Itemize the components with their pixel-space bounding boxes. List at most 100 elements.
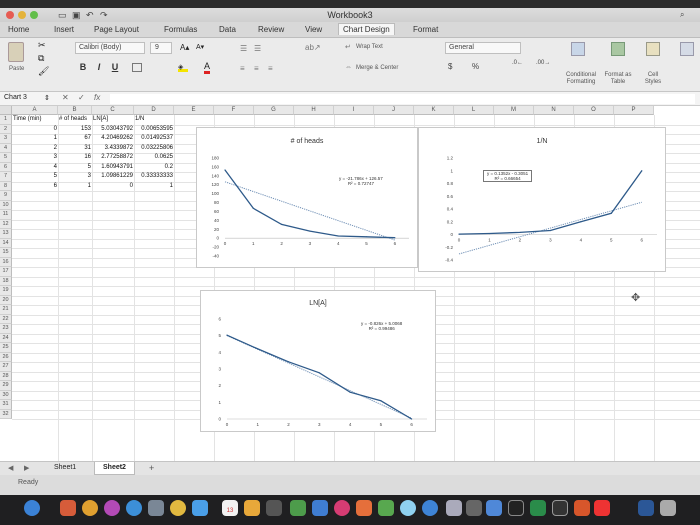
table-cell[interactable]: 153 [59, 125, 91, 134]
tab-formulas[interactable]: Formulas [164, 25, 197, 34]
row-header[interactable]: 10 [0, 200, 12, 210]
row-header[interactable]: 12 [0, 219, 12, 229]
row-header[interactable]: 5 [0, 153, 12, 163]
confirm-entry-icon[interactable]: ✓ [78, 93, 85, 102]
underline-button[interactable]: U [109, 62, 121, 72]
table-cell[interactable]: 5 [13, 172, 57, 181]
table-cell[interactable]: 3 [13, 153, 57, 162]
number-format-select[interactable]: General [445, 42, 521, 54]
row-header[interactable]: 15 [0, 248, 12, 258]
table-cell[interactable]: 3.4339872 [93, 144, 133, 153]
format-as-table-button[interactable]: Format as Table [603, 72, 633, 86]
name-box[interactable]: Chart 3 [4, 94, 27, 101]
table-cell[interactable]: 0.00653595 [135, 125, 173, 134]
table-cell[interactable]: 2 [13, 144, 57, 153]
itunes-icon[interactable] [104, 500, 120, 516]
table-cell[interactable]: 3 [59, 172, 91, 181]
font-size-select[interactable]: 9 [150, 42, 172, 54]
tab-review[interactable]: Review [258, 25, 284, 34]
facetime-icon[interactable] [290, 500, 306, 516]
table-cell[interactable]: 1 [135, 182, 173, 191]
worksheet-grid[interactable]: ABCDEFGHIJKLMNOP 1 2 3 4 5 6 7 8 9 10 11 12 13 14 15 16… [0, 106, 700, 461]
calendar-icon[interactable]: 13 [222, 500, 238, 516]
cut-icon[interactable]: ✂ [38, 40, 46, 51]
currency-button[interactable]: $ [448, 62, 452, 71]
spotlight-icon[interactable] [508, 500, 524, 516]
table-cell[interactable]: 6 [13, 182, 57, 191]
row-header[interactable]: 9 [0, 191, 12, 201]
increase-decimal-icon[interactable]: .0← [512, 60, 523, 66]
add-sheet-button[interactable]: + [149, 463, 154, 473]
row-header[interactable]: 7 [0, 172, 12, 182]
align-top-icon[interactable]: ☰ [240, 44, 247, 53]
orientation-icon[interactable]: ab↗ [305, 43, 321, 52]
tab-view[interactable]: View [305, 25, 322, 34]
align-center-icon[interactable]: ≡ [254, 64, 259, 73]
preview-icon[interactable] [148, 500, 164, 516]
column-header[interactable]: I [334, 106, 374, 115]
row-header[interactable]: 11 [0, 210, 12, 220]
chart-ln[interactable]: LN[A] 6 5 4 3 2 1 00 1 2 3 4 5 6 y = -0.826x + 5.006… [200, 290, 436, 432]
column-header[interactable]: L [454, 106, 494, 115]
format-painter-icon[interactable]: 🖌 [38, 66, 49, 77]
photos-icon[interactable] [82, 500, 98, 516]
books-icon[interactable] [356, 500, 372, 516]
table-cell[interactable]: 0 [13, 125, 57, 134]
conditional-formatting-icon[interactable] [571, 42, 585, 56]
chart-heads[interactable]: # of heads 180 160 140 120 100 80 60 40 20 0 -20 -4… [196, 127, 418, 268]
row-header[interactable]: 25 [0, 343, 12, 353]
font-name-select[interactable]: Calibri (Body) [75, 42, 145, 54]
row-header[interactable]: 2 [0, 124, 12, 134]
row-header[interactable]: 26 [0, 352, 12, 362]
percent-button[interactable]: % [472, 62, 479, 71]
row-header[interactable]: 31 [0, 400, 12, 410]
table-cell[interactable]: 2.77258872 [93, 153, 133, 162]
align-middle-icon[interactable]: ☰ [254, 44, 261, 53]
table-cell[interactable]: LN[A] [93, 115, 133, 124]
chrome-icon[interactable] [170, 500, 186, 516]
row-header[interactable]: 16 [0, 257, 12, 267]
table-cell[interactable]: 5.03043792 [93, 125, 133, 134]
row-header[interactable]: 23 [0, 324, 12, 334]
align-left-icon[interactable]: ≡ [240, 64, 245, 73]
table-cell[interactable]: 0.03225806 [135, 144, 173, 153]
pages-icon[interactable] [486, 500, 502, 516]
table-cell[interactable]: 1 [13, 134, 57, 143]
safari-icon[interactable] [126, 500, 142, 516]
table-cell[interactable]: 1.09861229 [93, 172, 133, 181]
row-header[interactable]: 13 [0, 229, 12, 239]
next-sheet-icon[interactable]: ▶ [24, 464, 29, 472]
formula-input[interactable] [110, 94, 695, 104]
trash-icon[interactable] [660, 500, 676, 516]
font-color-icon[interactable]: A [204, 62, 211, 74]
column-header[interactable]: G [254, 106, 294, 115]
row-header[interactable]: 32 [0, 409, 12, 419]
tab-insert[interactable]: Insert [54, 25, 74, 34]
row-header[interactable]: 14 [0, 238, 12, 248]
row-header[interactable]: 30 [0, 390, 12, 400]
wrap-text-icon[interactable]: ↵ [345, 43, 351, 51]
word-icon[interactable] [638, 500, 654, 516]
messages-icon[interactable] [192, 500, 208, 516]
table-cell[interactable]: 67 [59, 134, 91, 143]
insert-cells-icon[interactable] [680, 42, 694, 56]
reminders-icon[interactable] [266, 500, 282, 516]
paste-icon[interactable] [8, 42, 24, 62]
cancel-entry-icon[interactable]: ✕ [62, 93, 69, 102]
increase-font-icon[interactable]: A▴ [180, 43, 189, 52]
table-cell[interactable]: Time (min) [13, 115, 57, 124]
name-box-dropdown-icon[interactable]: ⇕ [44, 94, 50, 102]
cell-styles-icon[interactable] [646, 42, 660, 56]
row-header[interactable]: 24 [0, 333, 12, 343]
table-cell[interactable]: 1.60943791 [93, 163, 133, 172]
column-header[interactable]: B [58, 106, 92, 115]
function-label[interactable]: fx [94, 93, 100, 102]
merge-icon[interactable]: ⇔ [345, 64, 352, 71]
table-cell[interactable]: 0.2 [135, 163, 173, 172]
row-header[interactable]: 29 [0, 381, 12, 391]
align-right-icon[interactable]: ≡ [268, 64, 273, 73]
row-header[interactable]: 4 [0, 143, 12, 153]
column-header[interactable]: J [374, 106, 414, 115]
finder-icon[interactable] [24, 500, 40, 516]
row-header[interactable]: 20 [0, 295, 12, 305]
